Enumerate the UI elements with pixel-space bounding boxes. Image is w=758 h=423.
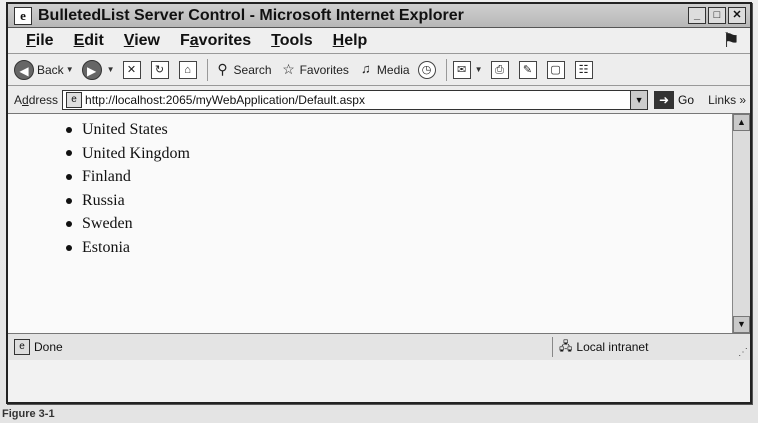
address-label: Address: [14, 92, 59, 107]
toolbar-separator: [206, 58, 208, 81]
chevron-down-icon[interactable]: ▼: [630, 90, 648, 109]
bullet-icon: [66, 150, 72, 157]
chevron-down-icon: ▼: [65, 65, 74, 74]
mail-button[interactable]: ✉ ▼: [452, 60, 483, 79]
bullet-icon: [66, 197, 72, 204]
bulleted-list: United States United Kingdom Finland Rus…: [66, 118, 190, 260]
title-bar[interactable]: e BulletedList Server Control - Microsof…: [8, 4, 750, 28]
bullet-icon: [66, 244, 72, 251]
toolbar: ◀ Back ▼ ▶ ▼ ✕ ↻ ⌂ ⚲ Search ☆ Favorites …: [8, 54, 750, 86]
research-icon: ☷: [574, 60, 593, 79]
zone-label: Local intranet: [576, 340, 649, 354]
history-button[interactable]: ◷: [417, 60, 438, 79]
favorites-button[interactable]: ☆ Favorites: [280, 61, 349, 79]
address-bar: Address e http://localhost:2065/myWebApp…: [8, 86, 750, 114]
menu-view[interactable]: View: [124, 32, 160, 50]
discuss-button[interactable]: ▢: [546, 60, 567, 79]
menu-help[interactable]: Help: [333, 32, 368, 50]
address-url: http://localhost:2065/myWebApplication/D…: [85, 92, 365, 107]
page-content: United States United Kingdom Finland Rus…: [8, 114, 750, 334]
menu-edit[interactable]: Edit: [74, 32, 104, 50]
address-input[interactable]: e http://localhost:2065/myWebApplication…: [62, 89, 649, 110]
edit-icon: ✎: [518, 60, 537, 79]
links-button[interactable]: Links »: [708, 93, 746, 107]
bullet-icon: [66, 126, 72, 133]
forward-arrow-icon: ▶: [81, 59, 102, 80]
menu-favorites[interactable]: Favorites: [180, 32, 251, 50]
star-icon: ☆: [282, 60, 295, 77]
printer-icon: ⎙: [490, 60, 509, 79]
search-label: Search: [233, 62, 272, 77]
print-button[interactable]: ⎙: [490, 60, 511, 79]
home-button[interactable]: ⌂: [178, 60, 199, 79]
go-arrow-icon: ➜: [654, 90, 675, 109]
bullet-icon: [66, 221, 72, 228]
search-icon: ⚲: [217, 60, 228, 77]
forward-button[interactable]: ▶ ▼: [81, 59, 115, 80]
page-icon: e: [14, 339, 30, 355]
resize-grip-icon[interactable]: ⋰: [738, 347, 748, 358]
chevron-down-icon: ▼: [106, 65, 115, 74]
refresh-button[interactable]: ↻: [150, 60, 171, 79]
go-label: Go: [678, 92, 695, 107]
figure-caption: Figure 3-1: [2, 408, 55, 420]
stop-icon: ✕: [122, 60, 141, 79]
window-controls: _ □ ✕: [688, 7, 746, 24]
media-button[interactable]: ♫ Media: [357, 61, 410, 79]
bullet-icon: [66, 173, 72, 180]
media-icon: ♫: [361, 60, 371, 76]
back-button[interactable]: ◀ Back ▼: [14, 59, 74, 80]
discuss-icon: ▢: [546, 60, 565, 79]
favorites-label: Favorites: [299, 62, 349, 77]
list-item: Russia: [66, 189, 190, 213]
stop-button[interactable]: ✕: [122, 60, 143, 79]
menu-file[interactable]: File: [26, 32, 54, 50]
security-zone: 🖧 Local intranet: [552, 337, 712, 357]
refresh-icon: ↻: [150, 60, 169, 79]
list-item: United States: [66, 118, 190, 142]
chevron-down-icon: ▼: [474, 65, 483, 74]
content-viewport: United States United Kingdom Finland Rus…: [8, 114, 732, 333]
status-bar: e Done 🖧 Local intranet ⋰: [8, 334, 750, 360]
menu-tools[interactable]: Tools: [271, 32, 312, 50]
list-item: Finland: [66, 165, 190, 189]
scroll-down-icon[interactable]: ▼: [733, 316, 750, 333]
window-title: BulletedList Server Control - Microsoft …: [38, 6, 464, 24]
go-button[interactable]: ➜ Go: [654, 90, 695, 109]
minimize-button[interactable]: _: [688, 7, 706, 24]
status-text: Done: [34, 340, 63, 354]
page-icon: e: [66, 91, 83, 108]
scroll-up-icon[interactable]: ▲: [733, 114, 750, 131]
edit-button[interactable]: ✎: [518, 60, 539, 79]
back-arrow-icon: ◀: [14, 59, 34, 80]
mail-icon: ✉: [452, 60, 471, 79]
list-item: Sweden: [66, 212, 190, 236]
close-button[interactable]: ✕: [728, 7, 746, 24]
intranet-icon: 🖧: [559, 338, 573, 353]
ie-logo-icon: e: [14, 6, 32, 25]
menu-bar: File Edit View Favorites Tools Help ⚑: [8, 28, 750, 54]
toolbar-separator: [445, 58, 447, 81]
back-label: Back: [37, 62, 64, 77]
list-item: Estonia: [66, 236, 190, 260]
home-icon: ⌂: [178, 60, 197, 79]
search-button[interactable]: ⚲ Search: [214, 60, 272, 79]
research-button[interactable]: ☷: [574, 60, 595, 79]
media-label: Media: [376, 62, 410, 77]
browser-window: e BulletedList Server Control - Microsof…: [6, 2, 752, 404]
maximize-button[interactable]: □: [708, 7, 726, 24]
history-icon: ◷: [417, 60, 436, 79]
list-item: United Kingdom: [66, 142, 190, 166]
vertical-scrollbar[interactable]: ▲ ▼: [732, 114, 750, 333]
windows-flag-icon: ⚑: [722, 30, 740, 52]
